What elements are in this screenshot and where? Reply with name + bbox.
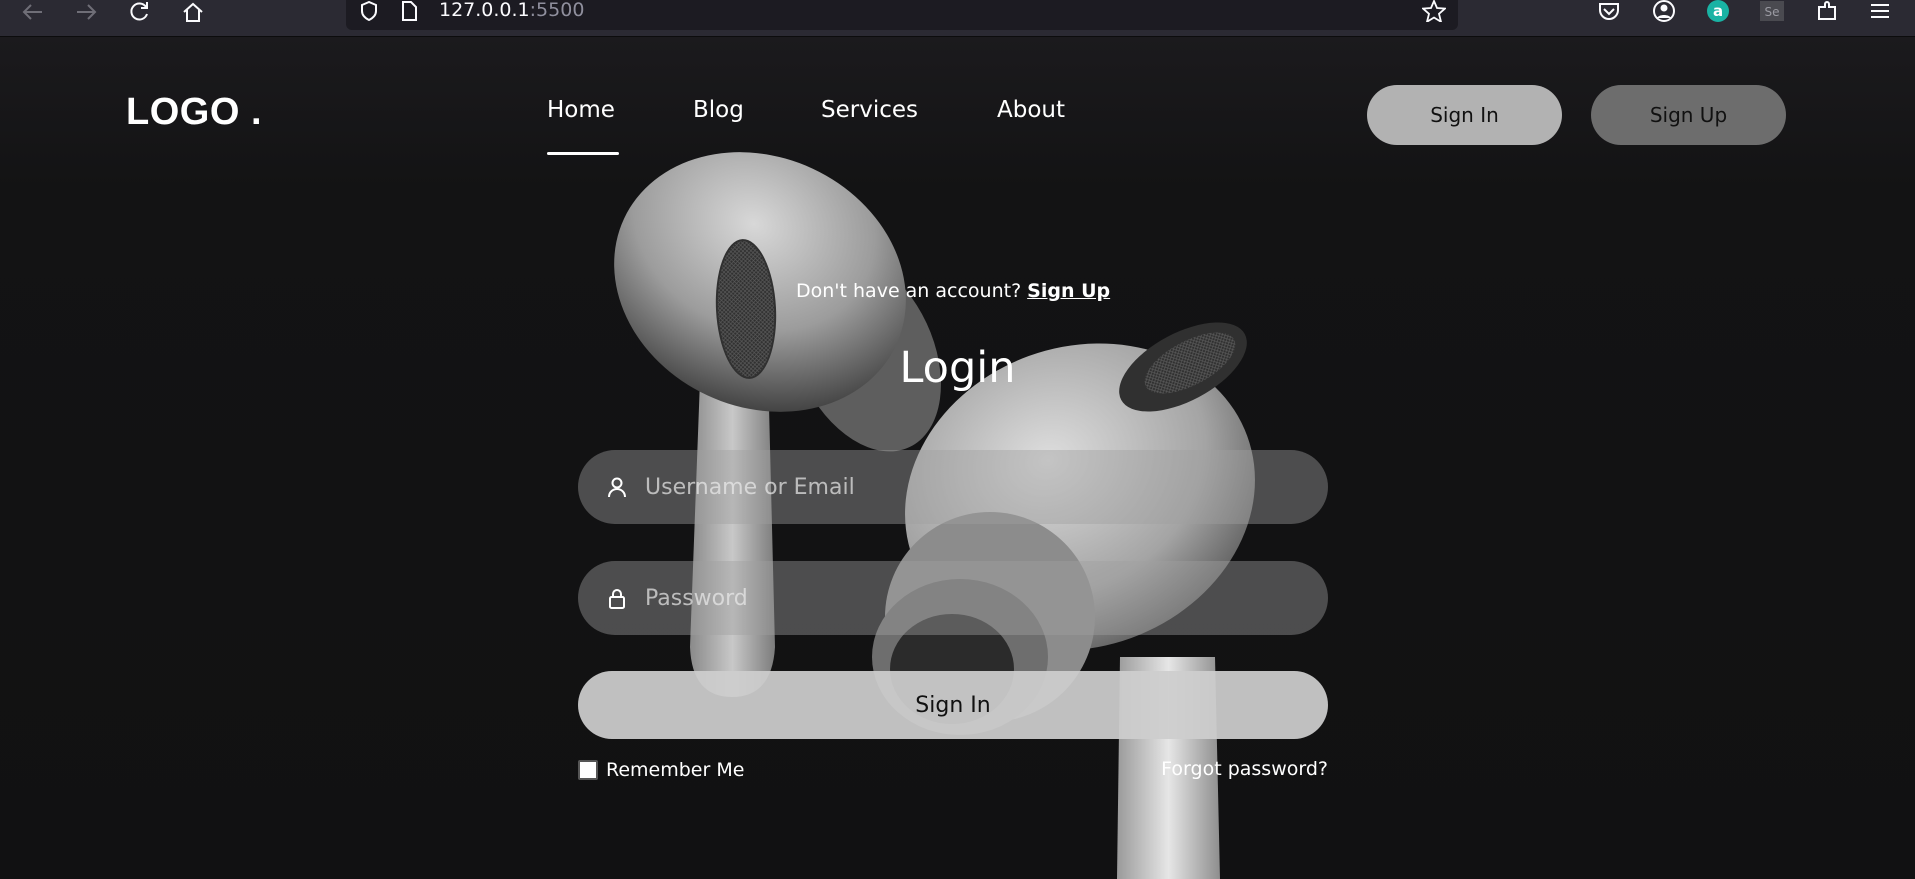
forgot-password-link[interactable]: Forgot password? — [1161, 758, 1328, 780]
nav-home[interactable]: Home — [547, 97, 615, 123]
remember-checkbox[interactable] — [578, 760, 598, 780]
signin-submit-button[interactable]: Sign In — [578, 671, 1328, 739]
nav-services[interactable]: Services — [821, 97, 918, 123]
signup-prompt-text: Don't have an account? — [796, 280, 1022, 302]
page: LOGO . Home Blog Services About Sign In … — [0, 37, 1915, 879]
remember-label: Remember Me — [606, 759, 745, 781]
signup-link[interactable]: Sign Up — [1027, 280, 1110, 302]
account-icon[interactable] — [1649, 0, 1679, 22]
header-signin-button[interactable]: Sign In — [1367, 85, 1562, 145]
page-icon — [396, 0, 422, 22]
nav-blog[interactable]: Blog — [693, 97, 744, 123]
username-field[interactable] — [578, 450, 1328, 524]
pocket-icon[interactable] — [1594, 0, 1624, 22]
lock-icon — [609, 589, 625, 609]
password-field[interactable] — [578, 561, 1328, 635]
back-arrow-icon[interactable] — [18, 0, 48, 24]
nav-about[interactable]: About — [997, 97, 1065, 123]
browser-toolbar: 127.0.0.1:5500 a Se — [0, 0, 1915, 37]
extension-a-icon[interactable]: a — [1703, 0, 1733, 22]
password-input[interactable] — [645, 561, 1285, 635]
svg-text:a: a — [1713, 2, 1723, 20]
svg-text:Se: Se — [1765, 5, 1780, 19]
menu-icon[interactable] — [1865, 0, 1895, 22]
home-icon[interactable] — [178, 0, 208, 24]
url-bar[interactable]: 127.0.0.1:5500 — [346, 0, 1458, 30]
url-text[interactable]: 127.0.0.1:5500 — [439, 0, 584, 22]
signup-prompt: Don't have an account? Sign Up — [796, 280, 1110, 302]
remember-me[interactable]: Remember Me — [578, 757, 744, 783]
header-signup-button[interactable]: Sign Up — [1591, 85, 1786, 145]
extension-se-icon[interactable]: Se — [1757, 0, 1787, 22]
reload-icon[interactable] — [125, 0, 155, 24]
username-input[interactable] — [645, 450, 1285, 524]
site-logo[interactable]: LOGO . — [126, 91, 262, 134]
login-title: Login — [899, 343, 1016, 393]
star-icon[interactable] — [1421, 0, 1447, 22]
forward-arrow-icon[interactable] — [71, 0, 101, 24]
shield-icon[interactable] — [356, 0, 382, 22]
extensions-icon[interactable] — [1812, 0, 1842, 22]
user-icon — [608, 477, 626, 498]
